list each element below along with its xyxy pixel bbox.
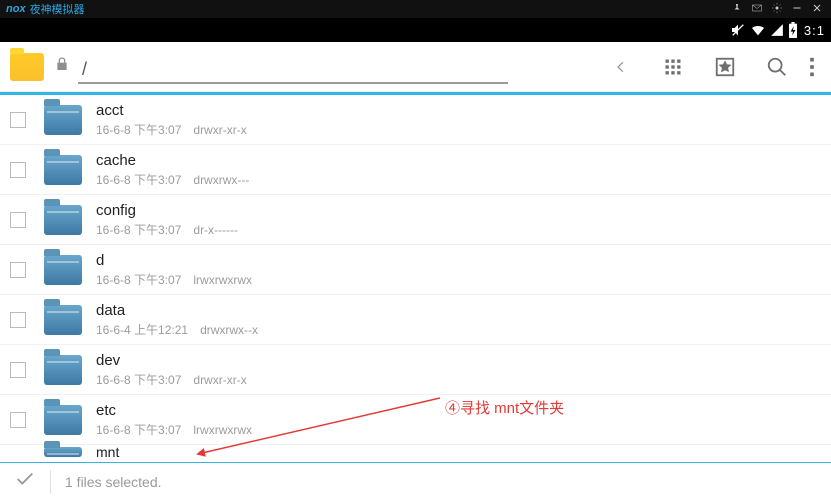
file-name: d bbox=[96, 252, 264, 269]
folder-icon bbox=[44, 405, 82, 435]
file-row[interactable]: cache 16-6-8 下午3:07drwxrwx--- bbox=[0, 145, 831, 195]
row-checkbox[interactable] bbox=[10, 362, 26, 378]
file-name: config bbox=[96, 202, 250, 219]
app-toolbar: / bbox=[0, 42, 831, 92]
folder-icon bbox=[44, 205, 82, 235]
footer-divider bbox=[50, 470, 51, 494]
file-row[interactable]: config 16-6-8 下午3:07dr-x------ bbox=[0, 195, 831, 245]
file-name: dev bbox=[96, 352, 259, 369]
settings-icon[interactable] bbox=[771, 2, 785, 16]
folder-icon bbox=[44, 105, 82, 135]
folder-icon bbox=[44, 255, 82, 285]
file-row[interactable]: d 16-6-8 下午3:07lrwxrwxrwx bbox=[0, 245, 831, 295]
pin-icon[interactable] bbox=[731, 2, 745, 16]
mute-icon bbox=[730, 22, 746, 38]
row-checkbox[interactable] bbox=[10, 212, 26, 228]
selection-count-text: 1 files selected. bbox=[65, 474, 162, 490]
app-icon[interactable] bbox=[10, 53, 44, 81]
selection-footer: 1 files selected. bbox=[0, 462, 831, 500]
status-time: 3:1 bbox=[804, 23, 825, 38]
file-row[interactable]: acct 16-6-8 下午3:07drwxr-xr-x bbox=[0, 95, 831, 145]
file-name: data bbox=[96, 302, 270, 319]
file-meta: 16-6-8 下午3:07drwxr-xr-x bbox=[96, 371, 259, 388]
minimize-icon[interactable] bbox=[791, 2, 805, 16]
file-meta: 16-6-8 下午3:07drwxrwx--- bbox=[96, 171, 261, 188]
emulator-title: 夜神模拟器 bbox=[30, 1, 85, 17]
file-row[interactable]: dev 16-6-8 下午3:07drwxr-xr-x bbox=[0, 345, 831, 395]
mail-icon[interactable] bbox=[751, 2, 765, 16]
file-row[interactable]: data 16-6-4 上午12:21drwxrwx--x bbox=[0, 295, 831, 345]
row-checkbox[interactable] bbox=[10, 262, 26, 278]
row-checkbox[interactable] bbox=[10, 162, 26, 178]
file-meta: 16-6-8 下午3:07drwxr-xr-x bbox=[96, 121, 259, 138]
close-icon[interactable] bbox=[811, 2, 825, 16]
bookmark-button[interactable] bbox=[705, 47, 745, 87]
row-checkbox[interactable] bbox=[10, 112, 26, 128]
grid-view-button[interactable] bbox=[653, 47, 693, 87]
battery-charging-icon bbox=[788, 22, 798, 38]
wifi-icon bbox=[750, 22, 766, 38]
file-name: mnt bbox=[96, 444, 119, 460]
emulator-brand: nox bbox=[6, 3, 26, 15]
file-list[interactable]: acct 16-6-8 下午3:07drwxr-xr-x cache 16-6-8 下… bbox=[0, 95, 831, 465]
file-name: etc bbox=[96, 402, 264, 419]
folder-icon bbox=[44, 355, 82, 385]
folder-icon bbox=[44, 305, 82, 335]
done-icon[interactable] bbox=[14, 468, 36, 495]
back-button[interactable] bbox=[601, 47, 641, 87]
file-meta: 16-6-8 下午3:07lrwxrwxrwx bbox=[96, 421, 264, 438]
signal-icon bbox=[770, 23, 784, 37]
overflow-menu-button[interactable] bbox=[803, 47, 821, 87]
emulator-title-bar: nox 夜神模拟器 bbox=[0, 0, 831, 18]
lock-icon[interactable] bbox=[54, 55, 70, 78]
row-checkbox[interactable] bbox=[10, 412, 26, 428]
file-row[interactable]: mnt bbox=[0, 445, 831, 459]
path-text: / bbox=[78, 59, 508, 84]
file-row[interactable]: etc 16-6-8 下午3:07lrwxrwxrwx bbox=[0, 395, 831, 445]
file-meta: 16-6-4 上午12:21drwxrwx--x bbox=[96, 321, 270, 338]
folder-icon bbox=[44, 155, 82, 185]
row-checkbox[interactable] bbox=[10, 312, 26, 328]
search-button[interactable] bbox=[757, 47, 797, 87]
file-meta: 16-6-8 下午3:07dr-x------ bbox=[96, 221, 250, 238]
file-name: cache bbox=[96, 152, 261, 169]
file-meta: 16-6-8 下午3:07lrwxrwxrwx bbox=[96, 271, 264, 288]
path-input[interactable]: / bbox=[78, 50, 589, 84]
folder-icon bbox=[44, 447, 82, 457]
android-status-bar: 3:1 bbox=[0, 18, 831, 42]
file-name: acct bbox=[96, 102, 259, 119]
